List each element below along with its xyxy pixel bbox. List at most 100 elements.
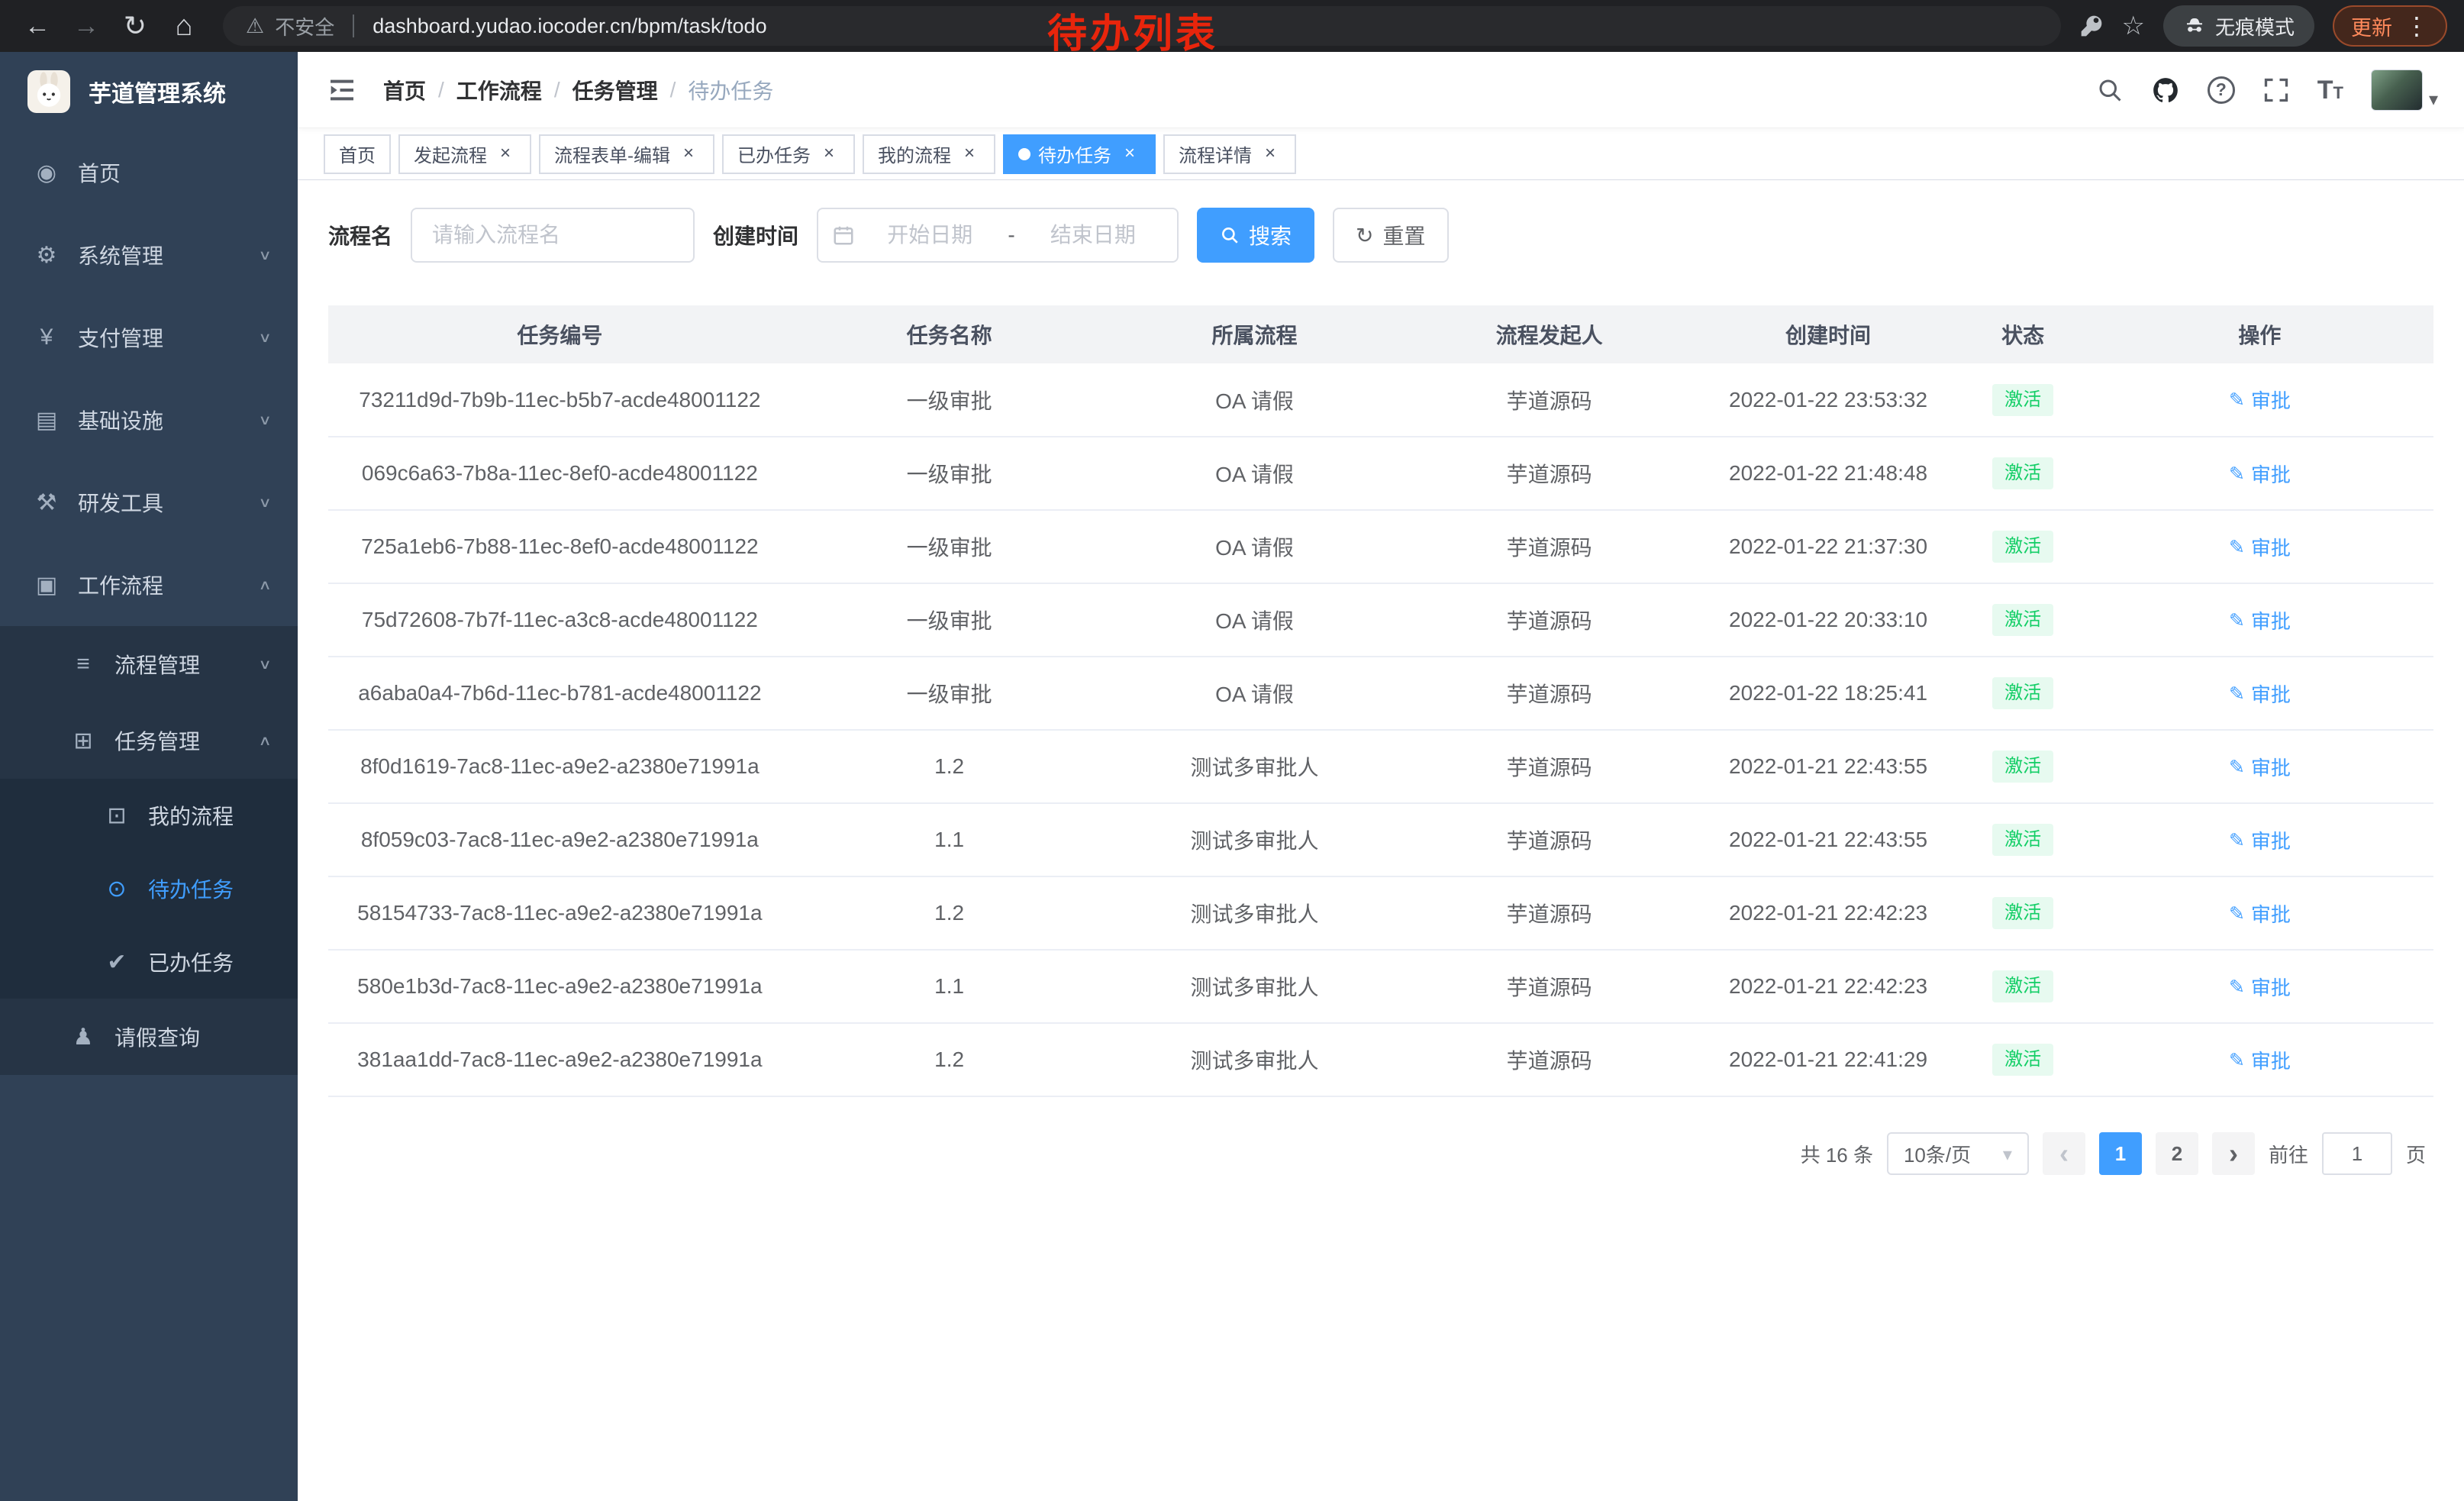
view-tab[interactable]: 已办任务 (722, 134, 855, 174)
start-date-input[interactable] (859, 223, 1000, 247)
breadcrumb-label[interactable]: 工作流程 (456, 75, 542, 105)
tab-close-icon[interactable] (495, 144, 516, 165)
status-badge: 激活 (1992, 457, 2053, 489)
date-range-separator: - (1005, 223, 1018, 247)
tab-close-icon[interactable] (959, 144, 980, 165)
approve-button[interactable]: 审批 (2229, 533, 2291, 561)
refresh-icon (1356, 223, 1373, 248)
reset-button[interactable]: 重置 (1333, 208, 1448, 263)
cell-task-name: 一级审批 (792, 657, 1108, 730)
approve-button[interactable]: 审批 (2229, 386, 2291, 414)
view-tab[interactable]: 首页 (324, 134, 391, 174)
sidebar-fold-icon[interactable] (324, 72, 360, 108)
help-icon[interactable] (2208, 76, 2235, 104)
approve-button[interactable]: 审批 (2229, 973, 2291, 1001)
status-badge: 激活 (1992, 677, 2053, 709)
todo-task-icon: ⊙ (102, 876, 131, 902)
browser-home-icon[interactable] (163, 5, 205, 47)
page-content: 流程名 创建时间 - 搜索 重置 (298, 180, 2464, 1501)
cell-task-id: a6aba0a4-7b6d-11ec-b781-acde48001122 (328, 657, 792, 730)
prev-page-button[interactable] (2043, 1132, 2085, 1175)
sidebar-item[interactable]: ⚙ 系统管理 (0, 214, 298, 296)
sidebar-item-label: 请假查询 (114, 1022, 200, 1052)
cell-task-id: 580e1b3d-7ac8-11ec-a9e2-a2380e71991a (328, 950, 792, 1023)
password-key-icon[interactable] (2079, 14, 2104, 38)
cell-process: 测试多审批人 (1107, 803, 1401, 876)
edit-icon (2229, 535, 2245, 559)
search-icon[interactable] (2096, 76, 2124, 104)
cell-process: OA 请假 (1107, 510, 1401, 583)
tab-close-icon[interactable] (1259, 144, 1281, 165)
browser-update-button[interactable]: 更新 (2333, 5, 2447, 47)
sidebar-item[interactable]: ▣ 工作流程 (0, 544, 298, 626)
fullscreen-icon[interactable] (2262, 76, 2290, 104)
github-icon[interactable] (2151, 76, 2180, 105)
approve-button[interactable]: 审批 (2229, 899, 2291, 928)
cell-process: 测试多审批人 (1107, 876, 1401, 950)
view-tab[interactable]: 待办任务 (1003, 134, 1156, 174)
menu-dots-icon[interactable] (2404, 11, 2429, 40)
search-button[interactable]: 搜索 (1197, 208, 1314, 263)
tab-close-icon[interactable] (1119, 144, 1140, 165)
approve-button[interactable]: 审批 (2229, 826, 2291, 854)
approve-button[interactable]: 审批 (2229, 1046, 2291, 1074)
browser-toolbar: 不安全 dashboard.yudao.iocoder.cn/bpm/task/… (0, 0, 2464, 52)
page-size-select[interactable]: 10条/页 (1887, 1132, 2029, 1175)
sidebar-item[interactable]: ⊙ 待办任务 (0, 852, 298, 925)
sidebar-item[interactable]: ⚒ 研发工具 (0, 461, 298, 544)
page-size-value: 10条/页 (1904, 1140, 1971, 1168)
view-tab[interactable]: 流程表单-编辑 (539, 134, 714, 174)
filter-bar: 流程名 创建时间 - 搜索 重置 (328, 208, 2433, 263)
page-number-button[interactable]: 1 (2099, 1132, 2142, 1175)
approve-label: 审批 (2251, 973, 2291, 1001)
font-size-icon[interactable] (2317, 77, 2343, 103)
tab-close-icon[interactable] (678, 144, 699, 165)
app-logo-row[interactable]: 芋道管理系统 (0, 52, 298, 131)
sidebar-item[interactable]: ¥ 支付管理 (0, 296, 298, 379)
main-area: 首页 / 工作流程 / 任务管理 / 待办任务 (298, 52, 2464, 1501)
bookmark-star-icon[interactable] (2122, 11, 2145, 41)
chevron-icon (258, 656, 272, 673)
breadcrumb-label[interactable]: 首页 (383, 75, 426, 105)
tab-close-icon[interactable] (818, 144, 840, 165)
page-number-button[interactable]: 2 (2156, 1132, 2198, 1175)
calendar-icon (832, 224, 855, 247)
approve-button[interactable]: 审批 (2229, 679, 2291, 708)
column-header: 任务编号 (328, 305, 792, 363)
goto-page-input[interactable] (2322, 1132, 2392, 1175)
view-tab[interactable]: 流程详情 (1163, 134, 1296, 174)
view-tab[interactable]: 发起流程 (398, 134, 531, 174)
browser-back-icon[interactable] (17, 5, 58, 47)
done-task-icon: ✔ (102, 949, 131, 976)
column-header: 任务名称 (792, 305, 1108, 363)
breadcrumb-label[interactable]: 待办任务 (688, 75, 773, 105)
sidebar-item[interactable]: ◉ 首页 (0, 131, 298, 214)
sidebar: 芋道管理系统 ◉ 首页 ⚙ 系统管理 ¥ 支付管理 (0, 52, 298, 1501)
sidebar-item[interactable]: ≡ 流程管理 (0, 626, 298, 702)
approve-button[interactable]: 审批 (2229, 753, 2291, 781)
browser-reload-icon[interactable] (114, 5, 156, 47)
create-time-range-picker[interactable]: - (817, 208, 1179, 263)
sidebar-item[interactable]: ✔ 已办任务 (0, 925, 298, 999)
approve-button[interactable]: 审批 (2229, 606, 2291, 634)
avatar (2371, 69, 2423, 111)
browser-forward-icon[interactable] (66, 5, 107, 47)
process-name-input[interactable] (411, 208, 695, 263)
view-tab[interactable]: 我的流程 (863, 134, 995, 174)
table-row: 725a1eb6-7b88-11ec-8ef0-acde48001122 一级审… (328, 510, 2433, 583)
breadcrumb-label[interactable]: 任务管理 (572, 75, 658, 105)
cell-initiator: 芋道源码 (1402, 1023, 1697, 1096)
sidebar-item[interactable]: ⊡ 我的流程 (0, 779, 298, 852)
user-avatar-menu[interactable] (2371, 69, 2438, 111)
sidebar-item[interactable]: ⊞ 任务管理 (0, 702, 298, 779)
chevron-icon (258, 494, 272, 511)
approve-label: 审批 (2251, 826, 2291, 854)
approve-button[interactable]: 审批 (2229, 460, 2291, 488)
sidebar-item[interactable]: ♟ 请假查询 (0, 999, 298, 1075)
breadcrumb-separator: / (438, 78, 444, 102)
breadcrumb-separator: / (554, 78, 560, 102)
sidebar-item[interactable]: ▤ 基础设施 (0, 379, 298, 461)
navbar-actions (2096, 69, 2438, 111)
end-date-input[interactable] (1023, 223, 1163, 247)
next-page-button[interactable] (2212, 1132, 2255, 1175)
